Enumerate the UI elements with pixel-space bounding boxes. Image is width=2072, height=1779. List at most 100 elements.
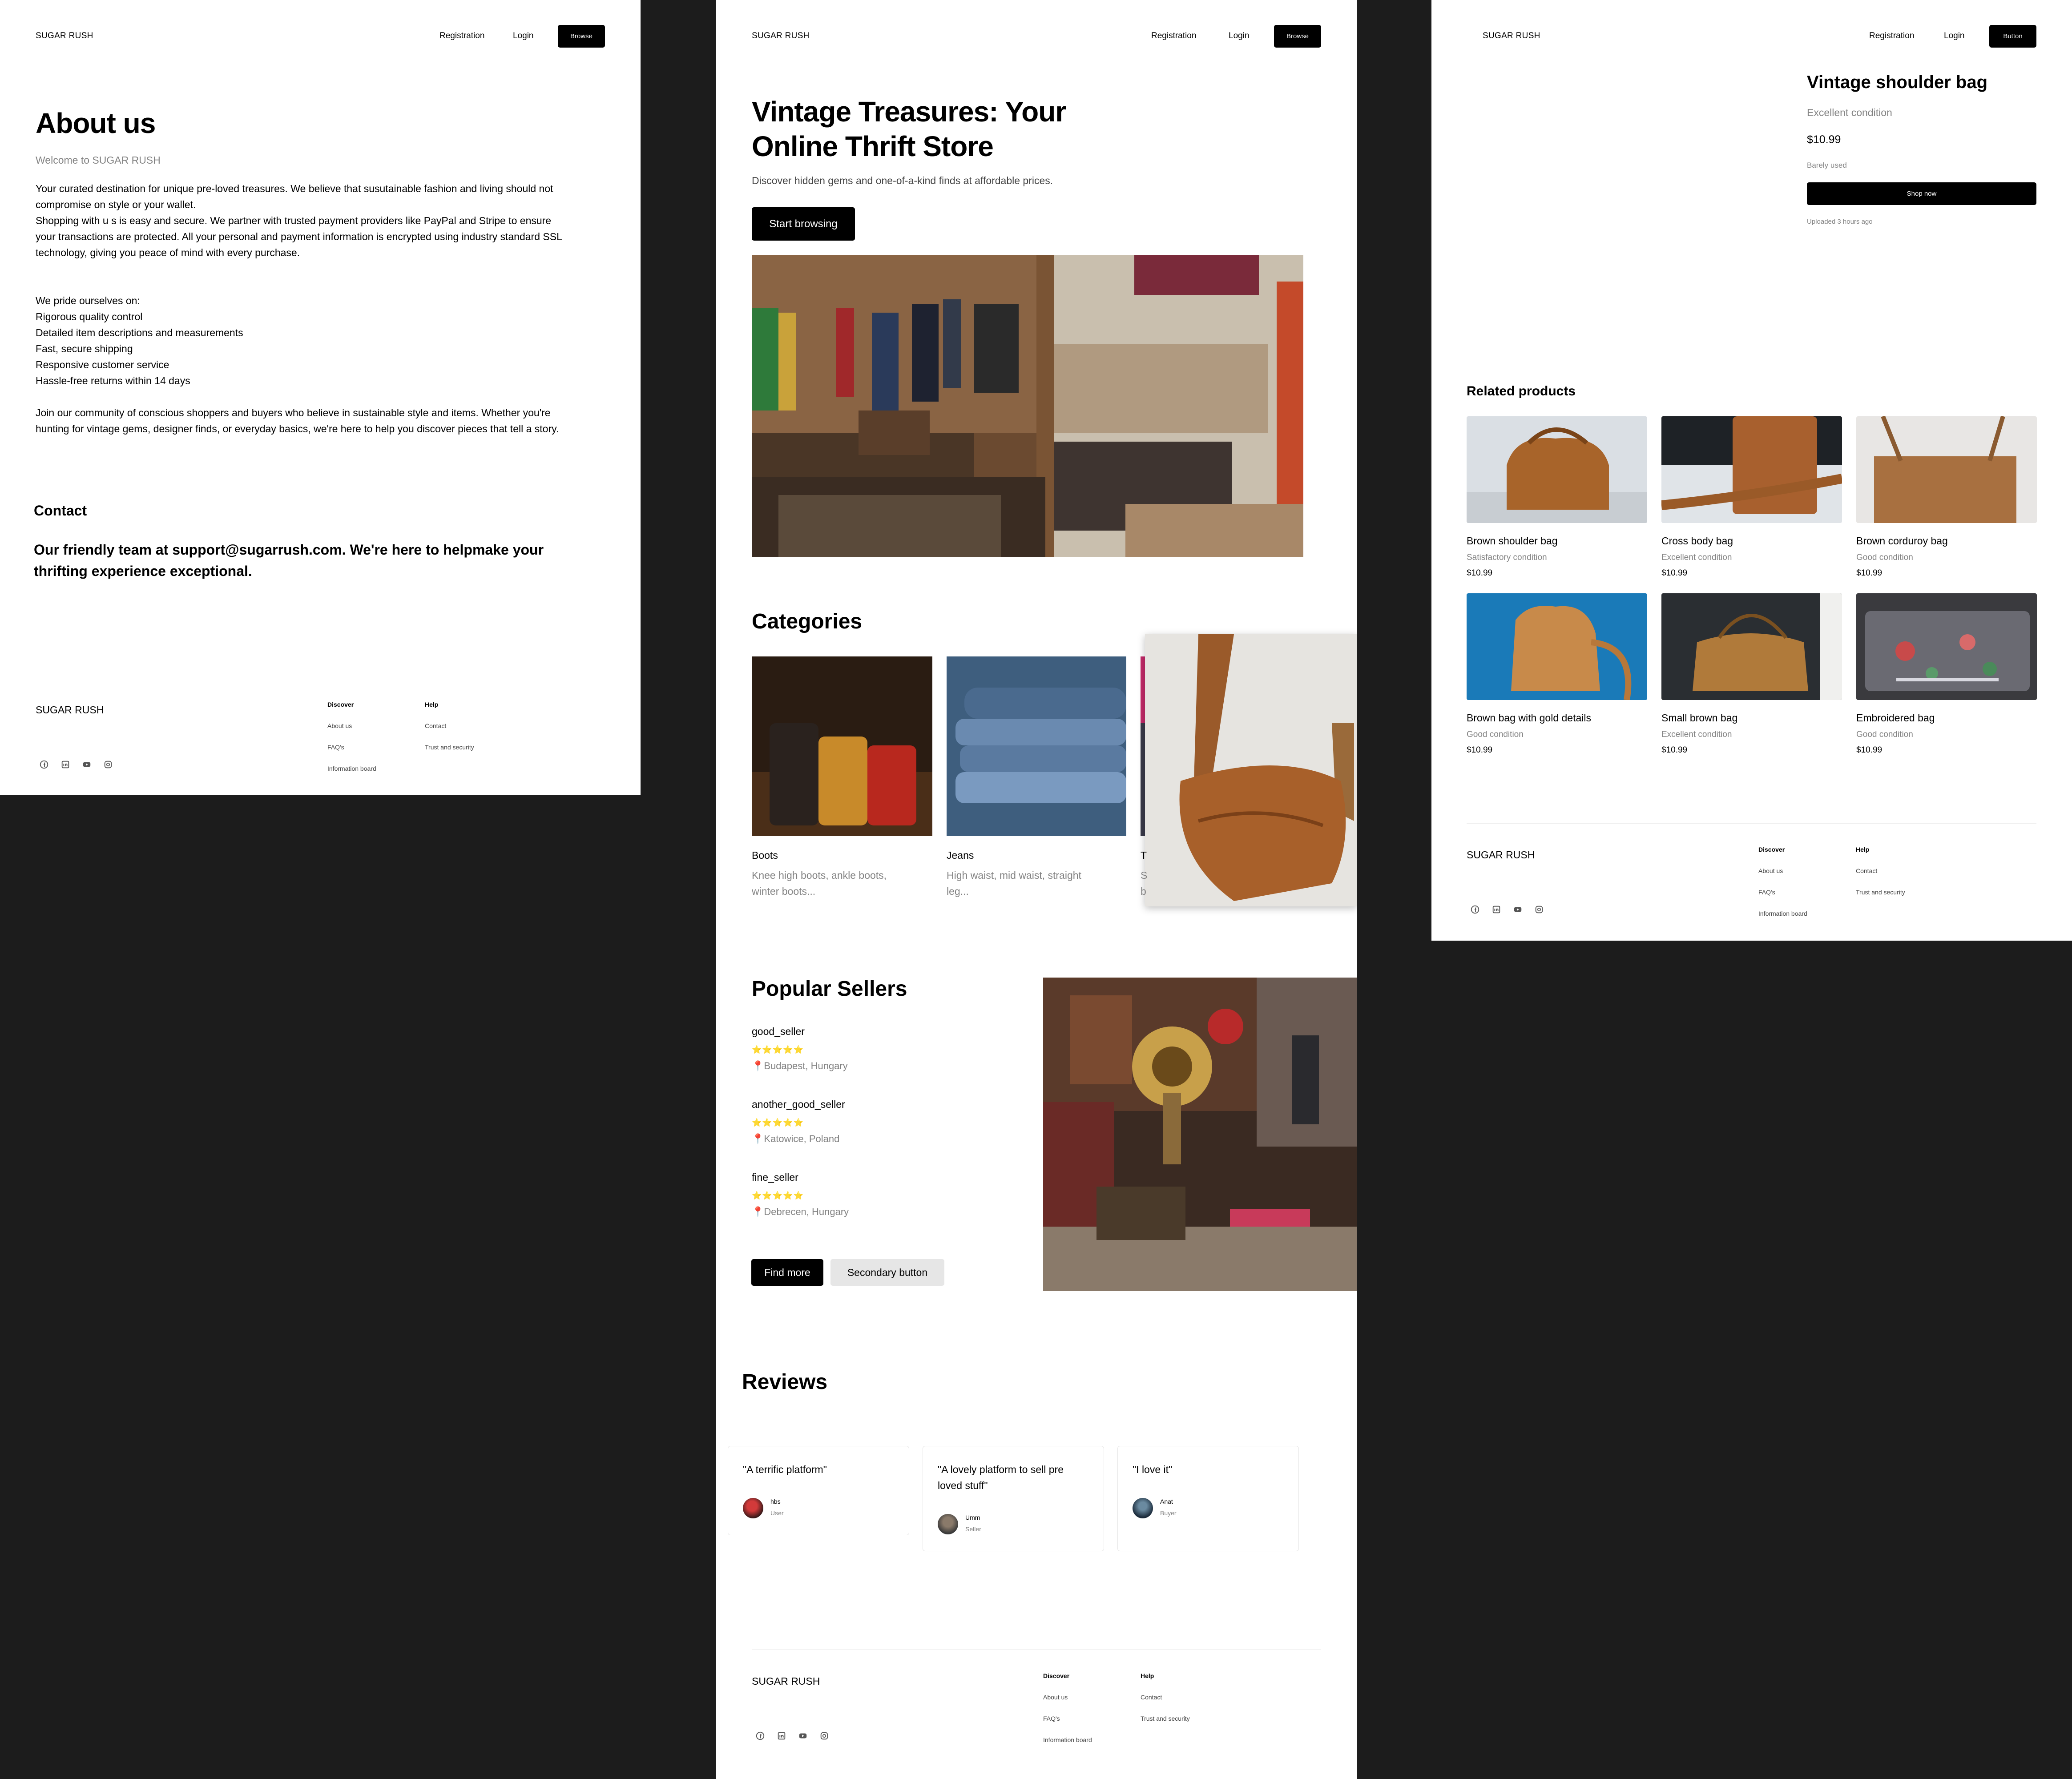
- brand-logo[interactable]: SUGAR RUSH: [1483, 31, 1540, 41]
- footer-link-about[interactable]: About us: [1758, 867, 1783, 874]
- nav-registration[interactable]: Registration: [1869, 31, 1914, 41]
- category-jeans-image[interactable]: [947, 656, 1126, 836]
- footer-link-contact[interactable]: Contact: [1141, 1694, 1162, 1701]
- product-card-image[interactable]: [1856, 593, 2037, 700]
- instagram-icon[interactable]: [1534, 905, 1544, 914]
- product-card-condition: Excellent condition: [1661, 730, 1732, 739]
- brand-logo[interactable]: SUGAR RUSH: [36, 31, 93, 41]
- footer-divider: [752, 1649, 1321, 1650]
- category-boots-name[interactable]: Boots: [752, 849, 778, 861]
- instagram-icon[interactable]: [819, 1731, 829, 1741]
- facebook-icon[interactable]: [39, 760, 49, 769]
- footer-logo[interactable]: SUGAR RUSH: [752, 1675, 820, 1687]
- product-note: Barely used: [1807, 161, 1847, 169]
- product-card-name[interactable]: Embroidered bag: [1856, 712, 1935, 724]
- nav-login[interactable]: Login: [1229, 31, 1250, 41]
- category-third-desc: S b: [1141, 867, 1147, 899]
- nav-registration[interactable]: Registration: [1151, 31, 1196, 41]
- brand-logo[interactable]: SUGAR RUSH: [752, 31, 810, 41]
- footer-link-about[interactable]: About us: [1043, 1694, 1068, 1701]
- category-desc-line: Knee high boots, ankle boots,: [752, 869, 887, 881]
- reviews-title: Reviews: [742, 1370, 828, 1394]
- nav-login[interactable]: Login: [513, 31, 534, 41]
- categories-title: Categories: [752, 610, 863, 633]
- reviewer-role: Buyer: [1160, 1509, 1177, 1517]
- footer-link-contact[interactable]: Contact: [425, 722, 446, 729]
- shop-now-button[interactable]: Shop now: [1807, 182, 2036, 205]
- footer-divider: [1467, 823, 2036, 824]
- product-card-name[interactable]: Brown corduroy bag: [1856, 535, 1948, 547]
- product-card-name[interactable]: Small brown bag: [1661, 712, 1737, 724]
- youtube-icon[interactable]: [1513, 905, 1523, 914]
- nav-login[interactable]: Login: [1944, 31, 1965, 41]
- product-card-image[interactable]: [1661, 593, 1842, 700]
- nav-registration[interactable]: Registration: [439, 31, 484, 41]
- footer-link-info[interactable]: Information board: [1758, 910, 1807, 917]
- footer-logo[interactable]: SUGAR RUSH: [36, 704, 104, 716]
- start-browsing-button[interactable]: Start browsing: [752, 207, 855, 241]
- footer-discover-title: Discover: [1758, 846, 1785, 853]
- hero-title-line: Vintage Treasures: Your: [752, 96, 1066, 128]
- linkedin-icon[interactable]: [60, 760, 70, 769]
- reviewer-role: User: [770, 1509, 784, 1517]
- youtube-icon[interactable]: [82, 760, 92, 769]
- footer-link-info[interactable]: Information board: [327, 765, 376, 772]
- product-condition: Excellent condition: [1807, 107, 1892, 118]
- product-price: $10.99: [1807, 133, 1841, 146]
- youtube-icon[interactable]: [798, 1731, 808, 1741]
- product-card-condition: Excellent condition: [1661, 553, 1732, 562]
- linkedin-icon[interactable]: [777, 1731, 786, 1741]
- linkedin-icon[interactable]: [1492, 905, 1501, 914]
- footer-link-trust[interactable]: Trust and security: [425, 744, 474, 751]
- seller-name[interactable]: good_seller: [752, 1026, 805, 1038]
- about-description: Your curated destination for unique pre-…: [36, 181, 562, 437]
- footer-link-faq[interactable]: FAQ's: [1758, 889, 1775, 896]
- product-card-image[interactable]: [1661, 416, 1842, 523]
- footer-link-faq[interactable]: FAQ's: [1043, 1715, 1060, 1722]
- contact-text: Our friendly team at support@sugarrush.c…: [34, 539, 544, 582]
- review-quote-line: "A terrific platform": [743, 1464, 827, 1475]
- secondary-button[interactable]: Secondary button: [830, 1259, 944, 1286]
- primary-nav-button[interactable]: Button: [1989, 25, 2036, 48]
- page-subtitle: Welcome to SUGAR RUSH: [36, 154, 161, 166]
- product-card-name[interactable]: Cross body bag: [1661, 535, 1733, 547]
- pride-item: Fast, secure shipping: [36, 343, 133, 354]
- product-card-price: $10.99: [1661, 568, 1688, 578]
- find-more-button[interactable]: Find more: [751, 1259, 823, 1286]
- category-desc-line: High waist, mid waist, straight: [947, 869, 1081, 881]
- product-card-name[interactable]: Brown shoulder bag: [1467, 535, 1558, 547]
- footer-help-title: Help: [1856, 846, 1870, 853]
- footer-logo[interactable]: SUGAR RUSH: [1467, 849, 1535, 861]
- footer-link-info[interactable]: Information board: [1043, 1736, 1092, 1743]
- review-quote-line: loved stuff": [938, 1480, 988, 1491]
- seller-name[interactable]: fine_seller: [752, 1171, 798, 1183]
- avatar: [743, 1498, 763, 1518]
- category-desc-line: S: [1141, 869, 1148, 881]
- facebook-icon[interactable]: [755, 1731, 765, 1741]
- product-card-condition: Good condition: [1467, 730, 1524, 739]
- pride-intro: We pride ourselves on:: [36, 295, 140, 306]
- review-quote: "A terrific platform": [743, 1461, 827, 1477]
- footer-link-trust[interactable]: Trust and security: [1141, 1715, 1190, 1722]
- product-card-price: $10.99: [1661, 745, 1688, 755]
- about-page: SUGAR RUSH Registration Login Browse Abo…: [0, 0, 641, 795]
- reviewer-name: Umm: [965, 1514, 980, 1521]
- instagram-icon[interactable]: [103, 760, 113, 769]
- browse-button[interactable]: Browse: [1274, 25, 1321, 48]
- footer-link-faq[interactable]: FAQ's: [327, 744, 344, 751]
- product-card-image[interactable]: [1467, 593, 1647, 700]
- seller-name[interactable]: another_good_seller: [752, 1099, 845, 1111]
- product-card-name[interactable]: Brown bag with gold details: [1467, 712, 1591, 724]
- footer-link-about[interactable]: About us: [327, 722, 352, 729]
- category-third-name[interactable]: T: [1141, 849, 1147, 861]
- product-card-image[interactable]: [1467, 416, 1647, 523]
- product-card-image[interactable]: [1856, 416, 2037, 523]
- footer-link-trust[interactable]: Trust and security: [1856, 889, 1905, 896]
- facebook-icon[interactable]: [1470, 905, 1480, 914]
- footer-link-contact[interactable]: Contact: [1856, 867, 1877, 874]
- category-boots-image[interactable]: [752, 656, 932, 836]
- seller-rating-stars: ⭐⭐⭐⭐⭐: [752, 1118, 804, 1127]
- category-jeans-name[interactable]: Jeans: [947, 849, 974, 861]
- browse-button[interactable]: Browse: [558, 25, 605, 48]
- review-quote-line: "I love it": [1133, 1464, 1173, 1475]
